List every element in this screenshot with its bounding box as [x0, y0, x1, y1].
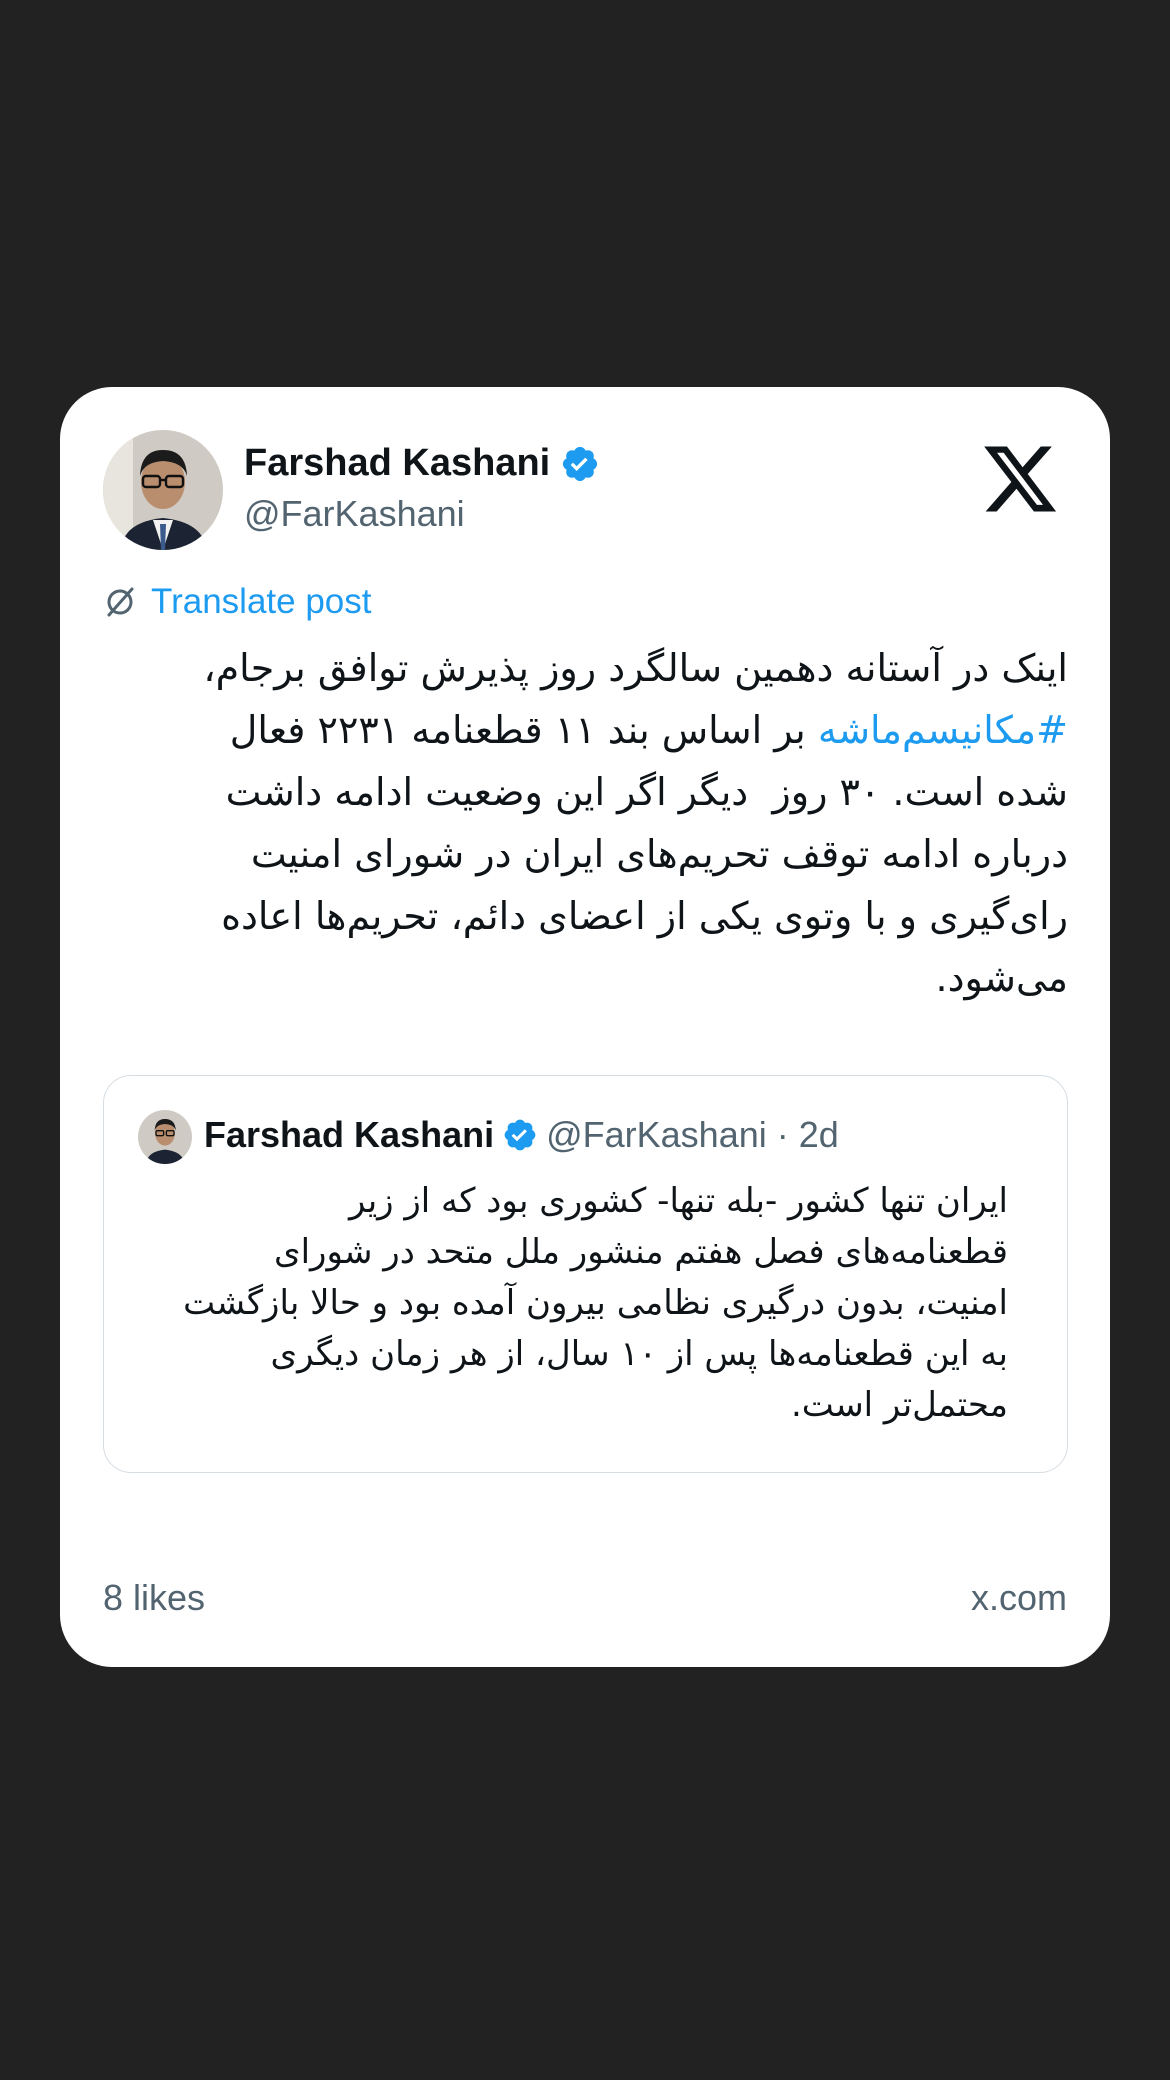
quoted-avatar[interactable] [138, 1110, 192, 1164]
likes-count[interactable]: 8 likes [103, 1577, 205, 1619]
author-row: Farshad Kashani [244, 442, 600, 485]
translate-post-label: Translate post [151, 582, 372, 621]
translate-icon [107, 587, 134, 617]
author-name[interactable]: Farshad Kashani [244, 442, 550, 485]
tweet-text: اینک در آستانه دهمین سالگرد روز پذیرش تو… [103, 637, 1068, 1009]
x-logo-icon[interactable] [978, 439, 1062, 519]
avatar[interactable] [103, 430, 223, 550]
translate-post-link[interactable]: Translate post [103, 582, 371, 622]
quoted-text: ایران تنها کشور -بله تنها- کشوری بود که … [183, 1181, 1008, 1425]
source-domain[interactable]: x.com [971, 1577, 1067, 1619]
quoted-tweet[interactable]: Farshad Kashani @FarKashani · 2d ایران ت… [103, 1075, 1068, 1473]
hashtag-link[interactable]: #مکانیسم‌ماشه [818, 708, 1068, 752]
verified-badge-icon [504, 1119, 536, 1151]
quoted-handle-time: @FarKashani · 2d [546, 1114, 839, 1155]
tweet-card[interactable]: Farshad Kashani @FarKashani Translate po… [60, 387, 1110, 1667]
tweet-text-part: اینک در آستانه دهمین سالگرد روز پذیرش تو… [203, 646, 1068, 690]
quoted-header: Farshad Kashani @FarKashani · 2d [204, 1114, 839, 1156]
quoted-author-name[interactable]: Farshad Kashani [204, 1114, 494, 1156]
verified-badge-icon [563, 446, 598, 481]
author-handle[interactable]: @FarKashani [244, 493, 465, 535]
